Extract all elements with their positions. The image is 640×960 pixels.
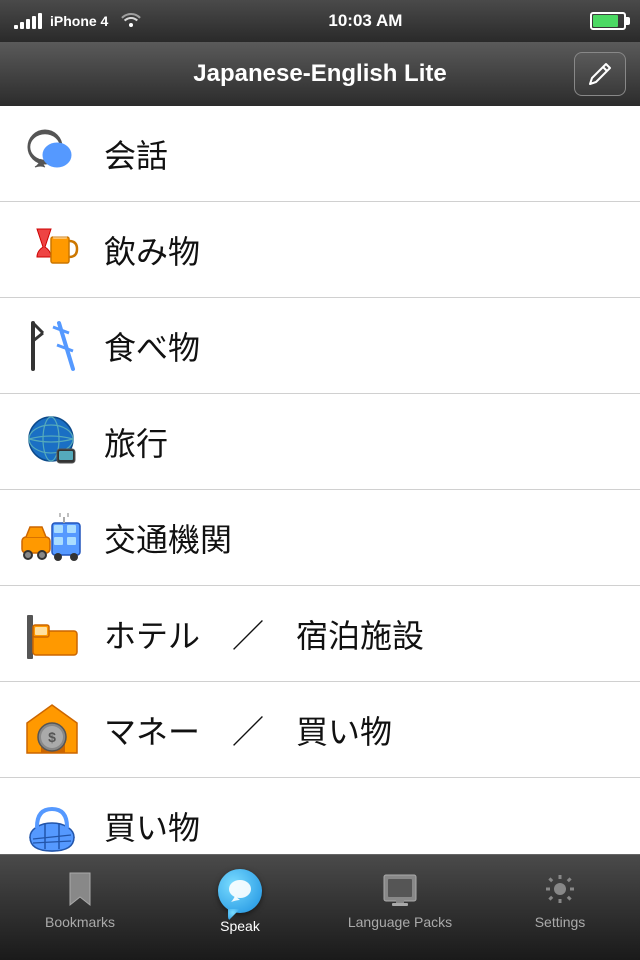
list-item[interactable]: 飲み物 bbox=[0, 202, 640, 298]
status-left: iPhone 4 ️ bbox=[14, 11, 141, 32]
battery-fill bbox=[593, 15, 619, 27]
tab-settings[interactable]: Settings bbox=[480, 865, 640, 930]
category-list: 会話 飲み物 食べ物 bbox=[0, 106, 640, 934]
travel-icon bbox=[20, 410, 84, 474]
status-bar: iPhone 4 ️ 10:03 AM bbox=[0, 0, 640, 42]
tab-bookmarks[interactable]: Bookmarks bbox=[0, 865, 160, 930]
tab-speak[interactable]: Speak bbox=[160, 865, 320, 934]
item-label-nomimono: 飲み物 bbox=[104, 227, 200, 273]
svg-text:$: $ bbox=[48, 729, 56, 745]
item-label-kaiwa: 会話 bbox=[104, 131, 168, 177]
status-right bbox=[590, 12, 626, 30]
battery-indicator bbox=[590, 12, 626, 30]
tab-language-packs[interactable]: Language Packs bbox=[320, 865, 480, 930]
signal-bar-3 bbox=[26, 19, 30, 29]
transport-icon bbox=[20, 506, 84, 570]
speak-tab-icon bbox=[218, 869, 262, 913]
item-label-ryoko: 旅行 bbox=[104, 419, 168, 465]
list-item[interactable]: 交通機関 bbox=[0, 490, 640, 586]
signal-bar-1 bbox=[14, 25, 18, 29]
item-label-tabemono: 食べ物 bbox=[104, 323, 200, 369]
list-item[interactable]: $ マネー ／ 買い物 bbox=[0, 682, 640, 778]
item-label-money: マネー ／ 買い物 bbox=[104, 707, 392, 753]
chat-icon bbox=[20, 122, 84, 186]
signal-bar-4 bbox=[32, 16, 36, 29]
item-label-kaimono: 買い物 bbox=[104, 803, 200, 849]
wifi-icon: ️ bbox=[116, 11, 140, 32]
hotel-icon bbox=[20, 602, 84, 666]
app-title: Japanese-English Lite bbox=[193, 60, 446, 88]
item-label-hoteru: ホテル ／ 宿泊施設 bbox=[104, 611, 424, 657]
food-icon bbox=[20, 314, 84, 378]
money-icon: $ bbox=[20, 698, 84, 762]
list-item[interactable]: 会話 bbox=[0, 106, 640, 202]
app-header: Japanese-English Lite bbox=[0, 42, 640, 106]
status-time: 10:03 AM bbox=[328, 11, 402, 31]
shopping-icon bbox=[20, 794, 84, 858]
edit-button[interactable] bbox=[574, 52, 626, 96]
list-item[interactable]: ホテル ／ 宿泊施設 bbox=[0, 586, 640, 682]
settings-tab-icon bbox=[540, 869, 580, 909]
signal-bar-2 bbox=[20, 22, 24, 29]
tab-label-bookmarks: Bookmarks bbox=[45, 914, 115, 930]
signal-bars bbox=[14, 13, 42, 29]
carrier-name: iPhone 4 bbox=[50, 13, 108, 29]
list-item[interactable]: 食べ物 bbox=[0, 298, 640, 394]
language-packs-tab-icon bbox=[380, 869, 420, 909]
bookmark-tab-icon bbox=[60, 869, 100, 909]
list-item[interactable]: 旅行 bbox=[0, 394, 640, 490]
tab-label-speak: Speak bbox=[220, 918, 260, 934]
tab-label-language-packs: Language Packs bbox=[348, 914, 452, 930]
item-label-kotsu: 交通機関 bbox=[104, 515, 232, 561]
tab-label-settings: Settings bbox=[535, 914, 586, 930]
tab-bar: Bookmarks Speak Language Packs bbox=[0, 854, 640, 960]
signal-bar-5 bbox=[38, 13, 42, 29]
drinks-icon bbox=[20, 218, 84, 282]
